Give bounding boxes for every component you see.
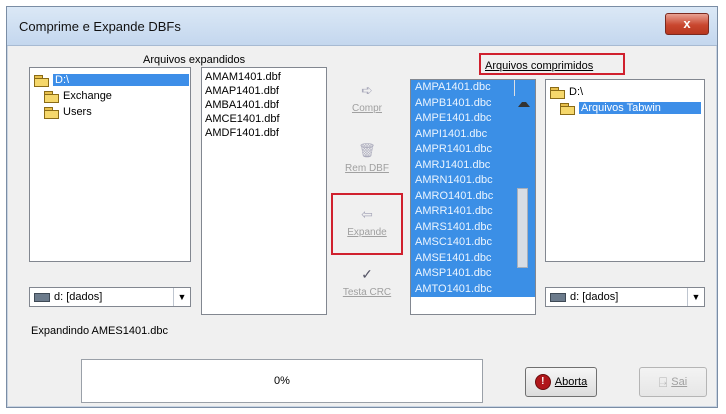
list-item[interactable]: AMTO1401.dbc bbox=[411, 281, 535, 297]
expanded-files-list[interactable]: AMAM1401.dbf AMAP1401.dbf AMBA1401.dbf A… bbox=[201, 67, 327, 315]
dialog-window: Comprime e Expande DBFs x Arquivos expan… bbox=[6, 6, 718, 408]
progress-bar: 0% bbox=[81, 359, 483, 403]
combo-value: d: [dados] bbox=[570, 291, 619, 303]
list-item[interactable]: AMDF1401.dbf bbox=[202, 126, 326, 140]
header-highlight bbox=[479, 53, 625, 75]
sai-button[interactable]: ⍈ Sai bbox=[639, 367, 707, 397]
tree-label: D:\ bbox=[569, 86, 584, 98]
trash-icon: 🗑 bbox=[358, 142, 376, 158]
button-label: Rem DBF bbox=[345, 163, 389, 174]
check-icon: ✓ bbox=[361, 266, 373, 282]
right-folder-tree[interactable]: D:\ Arquivos Tabwin bbox=[545, 79, 705, 262]
compr-button[interactable]: ➪ Compr bbox=[337, 75, 397, 129]
list-item[interactable]: AMAM1401.dbf bbox=[202, 70, 326, 84]
list-item[interactable]: AMRJ1401.dbc bbox=[411, 157, 535, 173]
status-text: Expandindo AMES1401.dbc bbox=[31, 325, 168, 337]
list-item[interactable]: AMPI1401.dbc bbox=[411, 126, 535, 142]
button-label: Sai bbox=[671, 376, 688, 388]
left-drive-combo[interactable]: d: [dados] ▼ bbox=[29, 287, 191, 307]
progress-text: 0% bbox=[274, 375, 290, 387]
folder-icon bbox=[44, 106, 59, 119]
scrollbar[interactable] bbox=[514, 80, 535, 268]
tree-item-users[interactable]: Users bbox=[44, 104, 189, 120]
list-item[interactable]: AMPB1401.dbc bbox=[411, 95, 535, 111]
chevron-down-icon[interactable]: ▼ bbox=[687, 288, 704, 306]
list-item[interactable]: AMSP1401.dbc bbox=[411, 266, 535, 282]
folder-open-icon bbox=[550, 86, 565, 99]
drive-icon bbox=[34, 292, 50, 302]
arrow-right-icon: ➪ bbox=[361, 82, 373, 98]
drive-icon bbox=[550, 292, 566, 302]
title-bar[interactable]: Comprime e Expande DBFs x bbox=[7, 7, 717, 46]
tree-item-root[interactable]: D:\ bbox=[550, 84, 701, 100]
scroll-thumb[interactable] bbox=[517, 188, 528, 268]
aborta-button[interactable]: ! Aborta bbox=[525, 367, 597, 397]
tree-item-exchange[interactable]: Exchange bbox=[44, 88, 189, 104]
folder-open-icon bbox=[560, 102, 575, 115]
list-item[interactable]: AMBA1401.dbf bbox=[202, 98, 326, 112]
list-item[interactable]: AMCE1401.dbf bbox=[202, 112, 326, 126]
chevron-down-icon[interactable]: ▼ bbox=[173, 288, 190, 306]
list-item[interactable]: AMPE1401.dbc bbox=[411, 111, 535, 127]
left-folder-tree[interactable]: D:\ Exchange Users bbox=[29, 67, 191, 262]
combo-value: d: [dados] bbox=[54, 291, 103, 303]
button-label: Aborta bbox=[554, 376, 588, 388]
button-label: Compr bbox=[351, 103, 382, 114]
scroll-down-icon[interactable] bbox=[518, 80, 530, 90]
right-drive-combo[interactable]: d: [dados] ▼ bbox=[545, 287, 705, 307]
tree-label: D:\ bbox=[53, 74, 189, 86]
rem-dbf-button[interactable]: 🗑 Rem DBF bbox=[337, 135, 397, 189]
list-item[interactable]: AMAP1401.dbf bbox=[202, 84, 326, 98]
tree-item-arquivos-tabwin[interactable]: Arquivos Tabwin bbox=[560, 100, 701, 116]
testa-crc-button[interactable]: ✓ Testa CRC bbox=[337, 259, 397, 313]
folder-open-icon bbox=[34, 74, 49, 87]
tree-item-root[interactable]: D:\ bbox=[34, 72, 189, 88]
tree-label: Exchange bbox=[63, 90, 112, 102]
button-label: Testa CRC bbox=[342, 287, 392, 298]
list-item[interactable]: AMRN1401.dbc bbox=[411, 173, 535, 189]
close-button[interactable]: x bbox=[665, 13, 709, 35]
stop-icon: ! bbox=[534, 374, 551, 390]
tree-label: Users bbox=[63, 106, 92, 118]
expanded-files-header: Arquivos expandidos bbox=[143, 54, 246, 66]
folder-icon bbox=[44, 90, 59, 103]
list-item[interactable]: AMPR1401.dbc bbox=[411, 142, 535, 158]
compressed-files-list[interactable]: AMPA1401.dbc AMPB1401.dbc AMPE1401.dbc A… bbox=[410, 79, 536, 315]
tree-label: Arquivos Tabwin bbox=[579, 102, 701, 114]
exit-icon: ⍈ bbox=[658, 373, 668, 390]
window-title: Comprime e Expande DBFs bbox=[19, 19, 181, 34]
expande-highlight bbox=[331, 193, 403, 255]
